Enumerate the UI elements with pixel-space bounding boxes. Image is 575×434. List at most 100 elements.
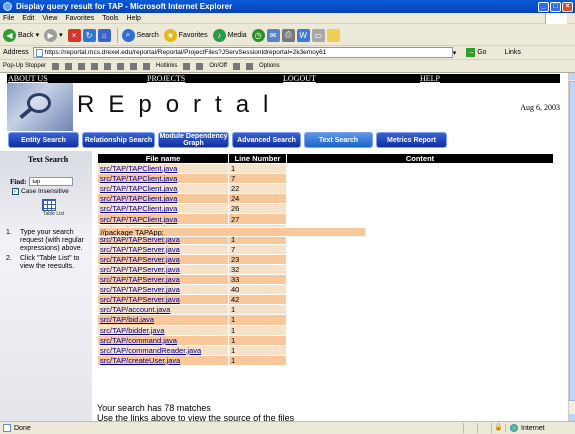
back-arrow-icon: ◀ <box>3 28 16 42</box>
print-icon[interactable]: ⎙ <box>281 28 295 42</box>
file-link[interactable]: src/TAP/TAPClient.java <box>97 162 229 175</box>
line-number-cell: 1 <box>228 162 287 175</box>
forward-button[interactable]: ▶ ▾ <box>44 28 63 42</box>
status-segment <box>463 423 477 433</box>
maximize-button[interactable]: □ <box>550 1 561 12</box>
go-arrow-icon: → <box>466 48 476 57</box>
tab-metrics-report[interactable]: Metrics Report <box>376 132 447 148</box>
nav-projects[interactable]: PROJECTS <box>147 74 185 83</box>
toolbar-icon[interactable] <box>196 62 204 70</box>
table-list-label[interactable]: Table List <box>43 212 64 217</box>
file-link[interactable]: src/TAP/TAPClient.java <box>97 213 229 225</box>
tab-advanced-search[interactable]: Advanced Search <box>232 132 301 148</box>
media-button[interactable]: ♪ Media <box>212 28 247 42</box>
address-input[interactable]: https://reportal.mcs.drexel.edu/reportal… <box>32 47 453 58</box>
options-button[interactable]: Options <box>259 63 280 69</box>
menu-file[interactable]: File <box>3 15 14 22</box>
toolbar-icon[interactable] <box>232 62 240 70</box>
title-bar: Display query result for TAP - Microsoft… <box>0 0 575 13</box>
table-row: src/TAP/TAPClient.java27String TAP = TAP… <box>97 213 554 237</box>
address-url: https://reportal.mcs.drexel.edu/reportal… <box>44 49 327 56</box>
mail-icon[interactable]: ✉ <box>266 28 280 42</box>
back-label: Back <box>18 31 34 39</box>
chevron-down-icon[interactable]: ▾ <box>453 49 457 57</box>
toolbar-icon[interactable] <box>91 62 99 70</box>
menu-edit[interactable]: Edit <box>22 15 34 22</box>
file-link[interactable]: src/TAP/TAPServer.java <box>97 274 229 286</box>
menu-view[interactable]: View <box>42 15 57 22</box>
table-list-icon[interactable] <box>42 199 56 211</box>
toolbar-icon[interactable] <box>104 62 112 70</box>
onoff-button[interactable]: On/Off <box>209 63 227 69</box>
file-link[interactable]: src/TAP/command.java <box>97 334 229 346</box>
popup-stopper-label[interactable]: Pop-Up Stopper <box>3 63 46 69</box>
hotlinks-button[interactable]: Hotlinks <box>156 63 177 69</box>
vertical-scrollbar[interactable] <box>568 73 575 421</box>
minimize-button[interactable]: _ <box>538 1 549 12</box>
toolbar-icon[interactable] <box>130 62 138 70</box>
links-button[interactable]: Links <box>505 49 521 56</box>
table-row: src/TAP/command.java1//package TAPApp; <box>97 226 554 346</box>
toolbar-icon[interactable] <box>78 62 86 70</box>
line-number-cell: 26 <box>228 203 287 215</box>
file-link[interactable]: src/TAP/TAPServer.java <box>97 243 229 255</box>
toolbar-icon[interactable] <box>65 62 73 70</box>
tab-text-search[interactable]: Text Search <box>304 132 373 148</box>
nav-logout[interactable]: LOGOUT <box>283 74 316 83</box>
file-link[interactable]: src/TAP/account.java <box>97 304 229 316</box>
menu-favorites[interactable]: Favorites <box>65 15 94 22</box>
address-label: Address <box>3 49 29 56</box>
file-link[interactable]: src/TAP/TAPClient.java <box>97 193 229 205</box>
status-left: Done <box>3 424 463 432</box>
menu-tools[interactable]: Tools <box>102 15 118 22</box>
home-icon[interactable]: ⌂ <box>97 28 111 42</box>
menu-help[interactable]: Help <box>127 15 141 22</box>
favorites-button[interactable]: ★ Favorites <box>163 28 208 42</box>
tab-relationship-search[interactable]: Relationship Search <box>82 132 155 148</box>
column-header-file-name: File name <box>97 153 229 164</box>
file-link[interactable]: src/TAP/TAPServer.java <box>97 263 229 276</box>
stop-icon[interactable]: × <box>67 28 81 42</box>
edit-icon[interactable]: W <box>296 28 310 42</box>
toolbar-icon[interactable] <box>117 62 125 70</box>
line-number-cell: 40 <box>228 284 287 296</box>
refresh-icon[interactable]: ↻ <box>82 28 96 42</box>
toolbar-icon[interactable] <box>245 62 253 70</box>
file-link[interactable]: src/TAP/TAPClient.java <box>97 183 229 195</box>
nav-help[interactable]: HELP <box>420 74 440 83</box>
toolbar-icon[interactable] <box>183 62 191 70</box>
file-link[interactable]: src/TAP/TAPClient.java <box>97 173 229 185</box>
file-link[interactable]: src/TAP/TAPClient.java <box>97 203 229 215</box>
browser-window: Display query result for TAP - Microsoft… <box>0 0 575 434</box>
file-link[interactable]: src/TAP/bid.java <box>97 314 229 326</box>
file-link[interactable]: src/TAP/TAPServer.java <box>97 253 229 265</box>
scroll-down-button[interactable] <box>569 414 575 421</box>
find-input[interactable]: tap <box>29 177 74 186</box>
toolbar-icon[interactable] <box>52 62 60 70</box>
close-button[interactable]: × <box>562 1 573 12</box>
toolbar-icon[interactable] <box>143 62 151 70</box>
file-link[interactable]: src/TAP/TAPServer.java <box>97 284 229 296</box>
instruction-text: Click "Table List" to view the reesults. <box>20 255 80 270</box>
file-link[interactable]: src/TAP/commandReader.java <box>97 344 229 356</box>
back-button[interactable]: ◀ Back ▾ <box>3 28 39 42</box>
history-icon[interactable]: ◷ <box>251 28 265 42</box>
discuss-icon[interactable]: ▭ <box>311 28 325 42</box>
table-row: src/TAP/TAPServer.java32TAPServant TAPRe… <box>97 226 554 276</box>
case-insensitive-checkbox[interactable]: ✓ <box>12 188 19 195</box>
scroll-thumb[interactable] <box>569 81 575 401</box>
go-button[interactable]: → Go <box>466 48 487 57</box>
tab-module-dependency-graph[interactable]: Module Dependency Graph <box>158 132 229 148</box>
tab-entity-search[interactable]: Entity Search <box>8 132 79 148</box>
file-link[interactable]: src/TAP/createUser.java <box>97 354 229 366</box>
search-button[interactable]: ⌕ Search <box>121 28 159 42</box>
file-link[interactable]: src/TAP/TAPServer.java <box>97 294 229 306</box>
folder-icon[interactable] <box>326 28 340 42</box>
scroll-up-button[interactable] <box>569 73 575 80</box>
top-nav: ABOUT US PROJECTS LOGOUT HELP <box>7 74 560 83</box>
nav-about-us[interactable]: ABOUT US <box>8 74 48 83</box>
banner: REportal Aug 6, 2003 <box>7 83 560 131</box>
line-number-cell: 23 <box>228 253 287 265</box>
instructions: 1. Type your search request (with regula… <box>6 229 90 273</box>
file-link[interactable]: src/TAP/bidder.java <box>97 324 229 336</box>
